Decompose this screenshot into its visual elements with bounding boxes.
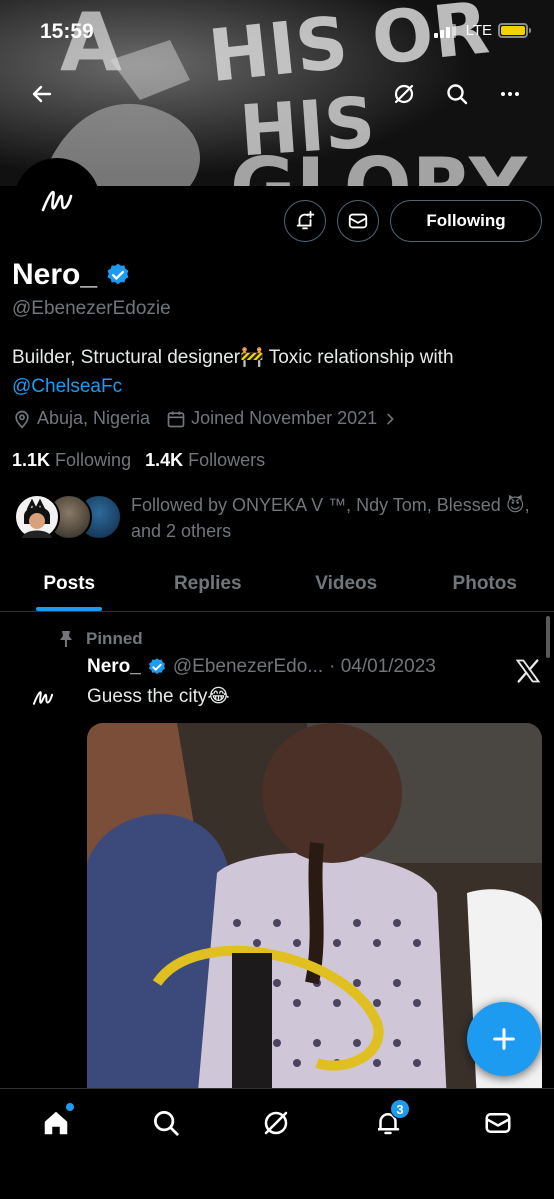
bio-mention-link[interactable]: @ChelseaFc (12, 376, 122, 397)
network-type: LTE (465, 22, 492, 39)
search-icon (447, 84, 468, 105)
grok-icon (264, 1111, 288, 1135)
back-button[interactable] (22, 74, 62, 114)
verified-icon (148, 658, 165, 675)
follow-counts: 1.1K Following 1.4K Followers (12, 450, 265, 471)
followers-count-link[interactable]: 1.4K Followers (145, 450, 265, 471)
post-text: Guess the city😂 (87, 686, 230, 707)
message-button[interactable] (337, 200, 379, 242)
mutual-followers-avatars[interactable] (12, 494, 122, 544)
chevron-right-icon (387, 413, 394, 424)
grok-icon (394, 84, 414, 104)
calendar-icon (167, 411, 185, 427)
bottom-navigation: 3 (0, 1088, 554, 1199)
profile-tabs: Posts Replies Videos Photos (0, 556, 554, 612)
nav-grok[interactable] (258, 1105, 294, 1141)
pinned-indicator: Pinned (58, 629, 143, 649)
back-arrow-icon (32, 85, 52, 103)
post-date: · 04/01/2023 (329, 656, 436, 677)
notification-plus-icon (296, 210, 315, 230)
profile-avatar[interactable] (14, 158, 100, 244)
grok-button[interactable] (384, 74, 424, 114)
location-item: Abuja, Nigeria (12, 408, 150, 429)
display-name: Nero_ (12, 258, 98, 291)
location-icon (15, 410, 29, 428)
nav-messages[interactable] (480, 1105, 516, 1141)
following-button[interactable]: Following (390, 200, 542, 242)
search-icon (154, 1111, 179, 1136)
more-button[interactable] (490, 74, 530, 114)
following-label: Following (55, 450, 132, 470)
joined-item[interactable]: Joined November 2021 (166, 408, 398, 429)
bio-text: Builder, Structural designer🚧 Toxic rela… (12, 347, 454, 368)
message-icon (348, 213, 368, 229)
name-row: Nero_ (12, 258, 131, 292)
pinned-label: Pinned (86, 629, 143, 648)
post-author-handle: @EbenezerEdo... (172, 656, 324, 677)
signature-logo-icon (41, 190, 73, 212)
followers-label: Followers (188, 450, 266, 470)
more-icon (501, 92, 519, 96)
pin-icon (60, 631, 72, 647)
status-time: 15:59 (40, 20, 94, 43)
home-icon (44, 1111, 68, 1135)
location-text: Abuja, Nigeria (37, 408, 151, 428)
verified-icon (107, 263, 129, 285)
mail-icon (485, 1113, 511, 1133)
nav-notifications[interactable]: 3 (370, 1099, 410, 1141)
nav-search[interactable] (148, 1105, 184, 1141)
post-header: Nero_ @EbenezerEdo... · 04/01/2023 (87, 656, 436, 678)
tab-photos[interactable]: Photos (416, 556, 554, 611)
notify-button[interactable] (284, 200, 326, 242)
scroll-indicator[interactable] (546, 616, 550, 658)
pinned-post[interactable]: Pinned Nero_ @EbenezerEdo... · 04/01/202… (0, 613, 554, 1088)
home-unread-dot (66, 1103, 74, 1111)
svg-text:GLORY: GLORY (230, 141, 528, 186)
notifications-badge: 3 (390, 1099, 410, 1119)
battery-icon (498, 23, 531, 38)
followers-count: 1.4K (145, 450, 184, 470)
plus-icon (493, 1028, 515, 1050)
mutual-avatar (14, 494, 60, 540)
signal-icon (433, 23, 456, 38)
compose-button[interactable] (467, 1002, 541, 1076)
x-logo-icon[interactable] (514, 657, 542, 685)
followed-by-text[interactable]: Followed by ONYEKA V ™, Ndy Tom, Blessed… (131, 492, 531, 544)
joined-text: Joined November 2021 (191, 408, 378, 428)
post-author-name[interactable]: Nero_ (87, 656, 141, 678)
nav-home[interactable] (38, 1103, 74, 1141)
search-button[interactable] (437, 74, 477, 114)
tab-replies[interactable]: Replies (139, 556, 278, 611)
following-count-link[interactable]: 1.1K Following (12, 450, 131, 471)
user-handle: @EbenezerEdozie (12, 298, 171, 319)
tab-posts[interactable]: Posts (0, 556, 139, 611)
post-author-avatar[interactable] (14, 669, 72, 727)
profile-meta: Abuja, Nigeria Joined November 2021 (12, 408, 408, 429)
tab-videos[interactable]: Videos (277, 556, 416, 611)
signature-logo-icon (32, 691, 54, 705)
profile-bio: Builder, Structural designer🚧 Toxic rela… (12, 343, 542, 401)
status-bar: 15:59 LTE (0, 0, 554, 60)
following-count: 1.1K (12, 450, 51, 470)
